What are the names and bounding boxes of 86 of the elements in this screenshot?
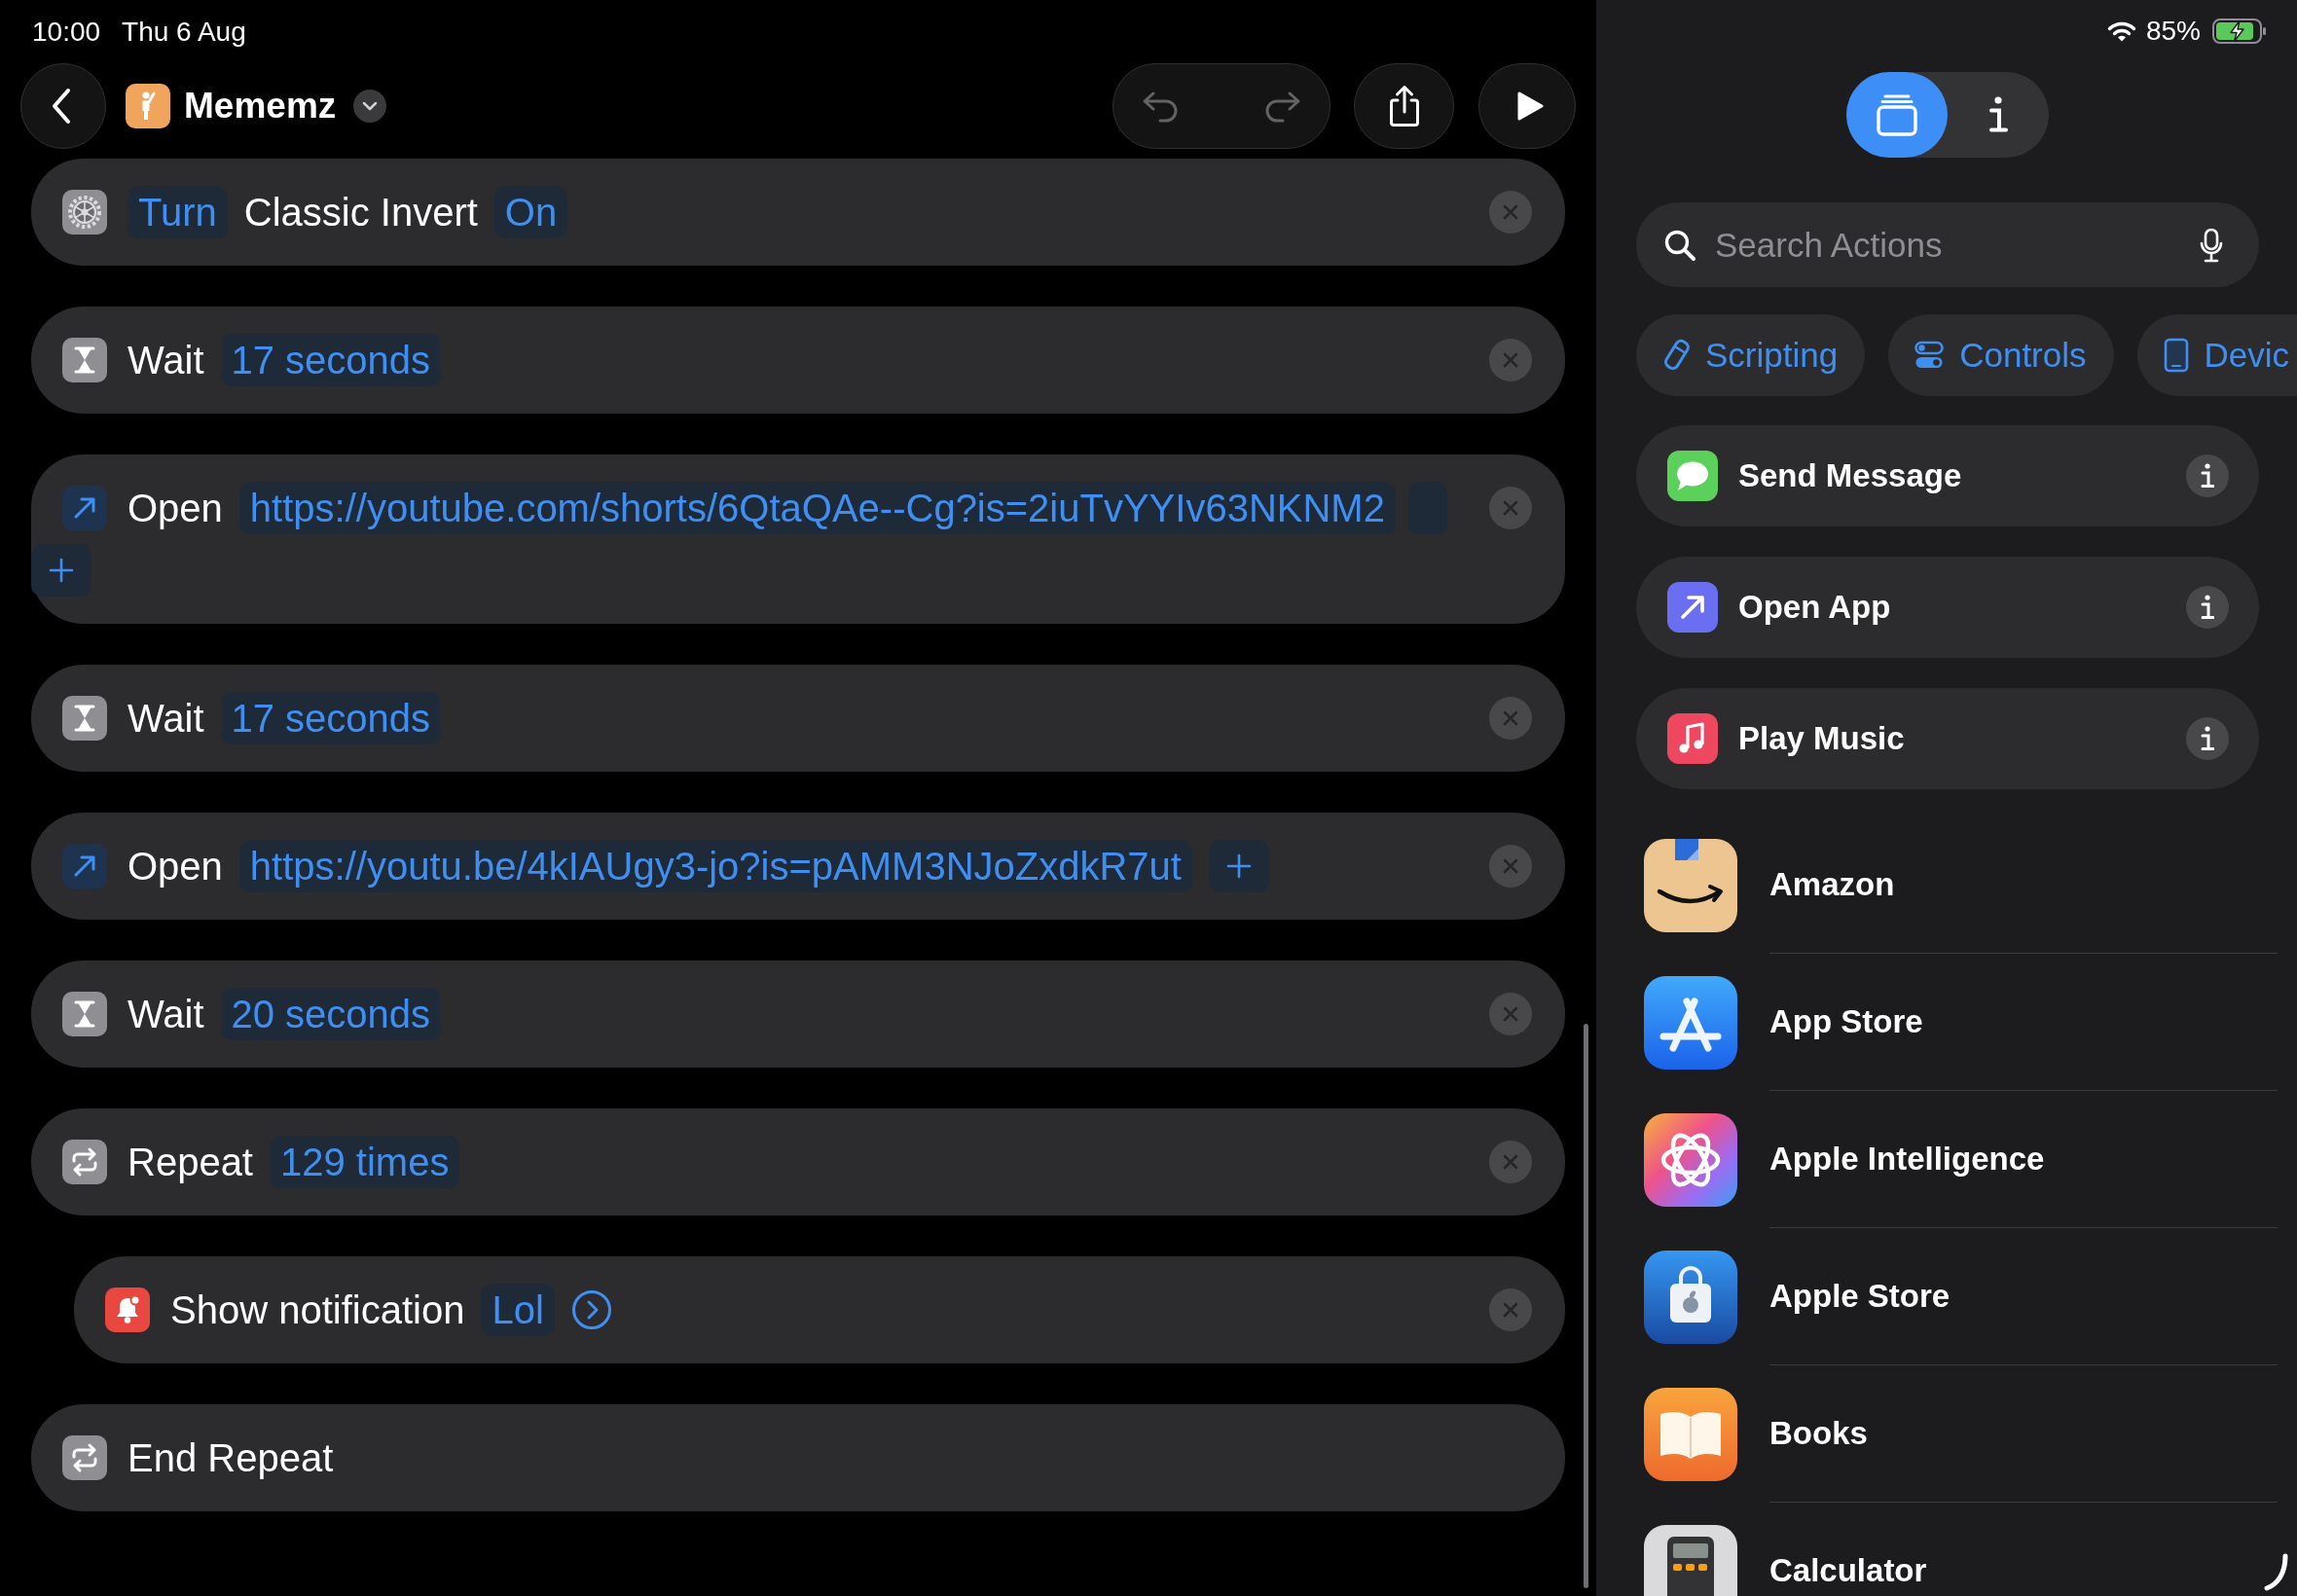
info-button[interactable] bbox=[2186, 717, 2229, 760]
battery-icon bbox=[2212, 18, 2267, 44]
action-label: Wait bbox=[128, 992, 204, 1036]
tablet-icon bbox=[2163, 338, 2189, 373]
close-icon bbox=[1503, 1302, 1518, 1318]
category-chip[interactable]: Controls bbox=[1888, 314, 2114, 396]
search-field[interactable]: Search Actions bbox=[1636, 202, 2259, 287]
share-icon bbox=[1387, 85, 1421, 127]
close-icon bbox=[1503, 1006, 1518, 1022]
chevron-down-icon bbox=[362, 101, 379, 111]
action-label: Wait bbox=[128, 696, 204, 741]
close-icon bbox=[1503, 500, 1518, 516]
chevron-left-icon bbox=[51, 88, 72, 125]
info-icon bbox=[2201, 726, 2214, 751]
close-icon bbox=[1503, 352, 1518, 368]
parameter-token[interactable]: https://youtu.be/4kIAUgy3-jo?is=pAMM3NJoZxdkR7ut bbox=[238, 840, 1192, 892]
letter-a-icon bbox=[1644, 975, 1737, 1070]
microphone-icon[interactable] bbox=[2200, 228, 2223, 263]
hourglass-icon bbox=[62, 992, 107, 1036]
parameter-token[interactable]: https://youtube.com/shorts/6QtaQAe--Cg?is=2iuTvYYIv63NKNM2 bbox=[238, 482, 1396, 534]
repeat-icon bbox=[62, 1435, 107, 1480]
close-icon bbox=[1503, 1154, 1518, 1170]
parameter-token[interactable]: 20 seconds bbox=[220, 988, 442, 1040]
package-icon bbox=[1644, 838, 1737, 932]
resize-handle-icon[interactable] bbox=[2264, 1552, 2289, 1591]
action-label: Wait bbox=[128, 338, 204, 382]
info-icon bbox=[2201, 463, 2214, 489]
action-label: Repeat bbox=[128, 1140, 253, 1184]
info-icon bbox=[2201, 595, 2214, 620]
action-suggestion[interactable]: Play Music bbox=[1636, 688, 2259, 789]
hourglass-icon bbox=[62, 338, 107, 382]
plus-icon bbox=[49, 558, 74, 583]
close-icon bbox=[1503, 204, 1518, 220]
redo-icon bbox=[1263, 90, 1302, 123]
shopping-bag-icon bbox=[1644, 1250, 1737, 1344]
search-icon bbox=[1663, 229, 1696, 262]
toggles-icon bbox=[1914, 341, 1945, 370]
status-date: Thu 6 Aug bbox=[122, 16, 246, 48]
calculator-icon bbox=[1644, 1524, 1737, 1596]
repeat-icon bbox=[62, 1140, 107, 1184]
action-suggestion[interactable]: Send Message bbox=[1636, 425, 2259, 526]
loops-icon bbox=[1644, 1112, 1737, 1207]
app-row[interactable]: App Store bbox=[1644, 954, 2278, 1091]
shortcut-title[interactable]: Mememz bbox=[184, 86, 337, 127]
category-chip[interactable]: Devic bbox=[2136, 314, 2297, 396]
wifi-icon bbox=[2106, 20, 2136, 42]
action-label: End Repeat bbox=[128, 1435, 334, 1480]
person-icon bbox=[126, 84, 170, 128]
battery-percentage: 85% bbox=[2145, 16, 2201, 47]
plus-icon bbox=[1225, 853, 1252, 879]
parameter-token[interactable]: Lol bbox=[481, 1284, 555, 1336]
chevron-circle-icon[interactable] bbox=[570, 1289, 612, 1330]
open-book-icon bbox=[1644, 1387, 1737, 1481]
app-row[interactable]: Calculator bbox=[1644, 1503, 2278, 1596]
info-icon bbox=[1988, 95, 2008, 134]
stack-icon bbox=[1875, 93, 1919, 136]
app-row[interactable]: Books bbox=[1644, 1365, 2278, 1503]
dropdown-button[interactable] bbox=[353, 90, 387, 123]
action-label: Open bbox=[128, 486, 223, 530]
status-time: 10:00 bbox=[32, 16, 101, 48]
gear-icon bbox=[62, 190, 107, 235]
bell-icon bbox=[105, 1288, 150, 1332]
action-label: Classic Invert bbox=[243, 190, 478, 235]
speech-bubble-icon bbox=[1667, 451, 1718, 501]
add-button[interactable] bbox=[31, 544, 91, 597]
parameter-token[interactable]: 17 seconds bbox=[220, 334, 442, 386]
add-button[interactable] bbox=[1208, 840, 1269, 892]
parameter-token[interactable]: Turn bbox=[128, 186, 228, 238]
info-button[interactable] bbox=[2186, 586, 2229, 629]
undo-icon bbox=[1141, 90, 1180, 123]
music-note-icon bbox=[1667, 713, 1718, 764]
app-row[interactable]: Apple Store bbox=[1644, 1228, 2278, 1365]
close-icon bbox=[1503, 710, 1518, 726]
parameter-token[interactable]: On bbox=[493, 186, 568, 238]
category-chip[interactable]: Scripting bbox=[1636, 314, 1866, 396]
app-row[interactable]: Apple Intelligence bbox=[1644, 1091, 2278, 1228]
parameter-token[interactable]: 129 times bbox=[270, 1136, 460, 1188]
action-label: Open bbox=[128, 844, 223, 889]
hourglass-icon bbox=[62, 696, 107, 741]
action-suggestion[interactable]: Open App bbox=[1636, 557, 2259, 658]
app-row[interactable]: Amazon bbox=[1644, 816, 2278, 954]
info-button[interactable] bbox=[2186, 454, 2229, 497]
parameter-token[interactable]: 17 seconds bbox=[220, 692, 442, 744]
close-icon bbox=[1503, 858, 1518, 874]
play-icon bbox=[1515, 91, 1544, 122]
action-label: Show notification bbox=[170, 1288, 465, 1332]
